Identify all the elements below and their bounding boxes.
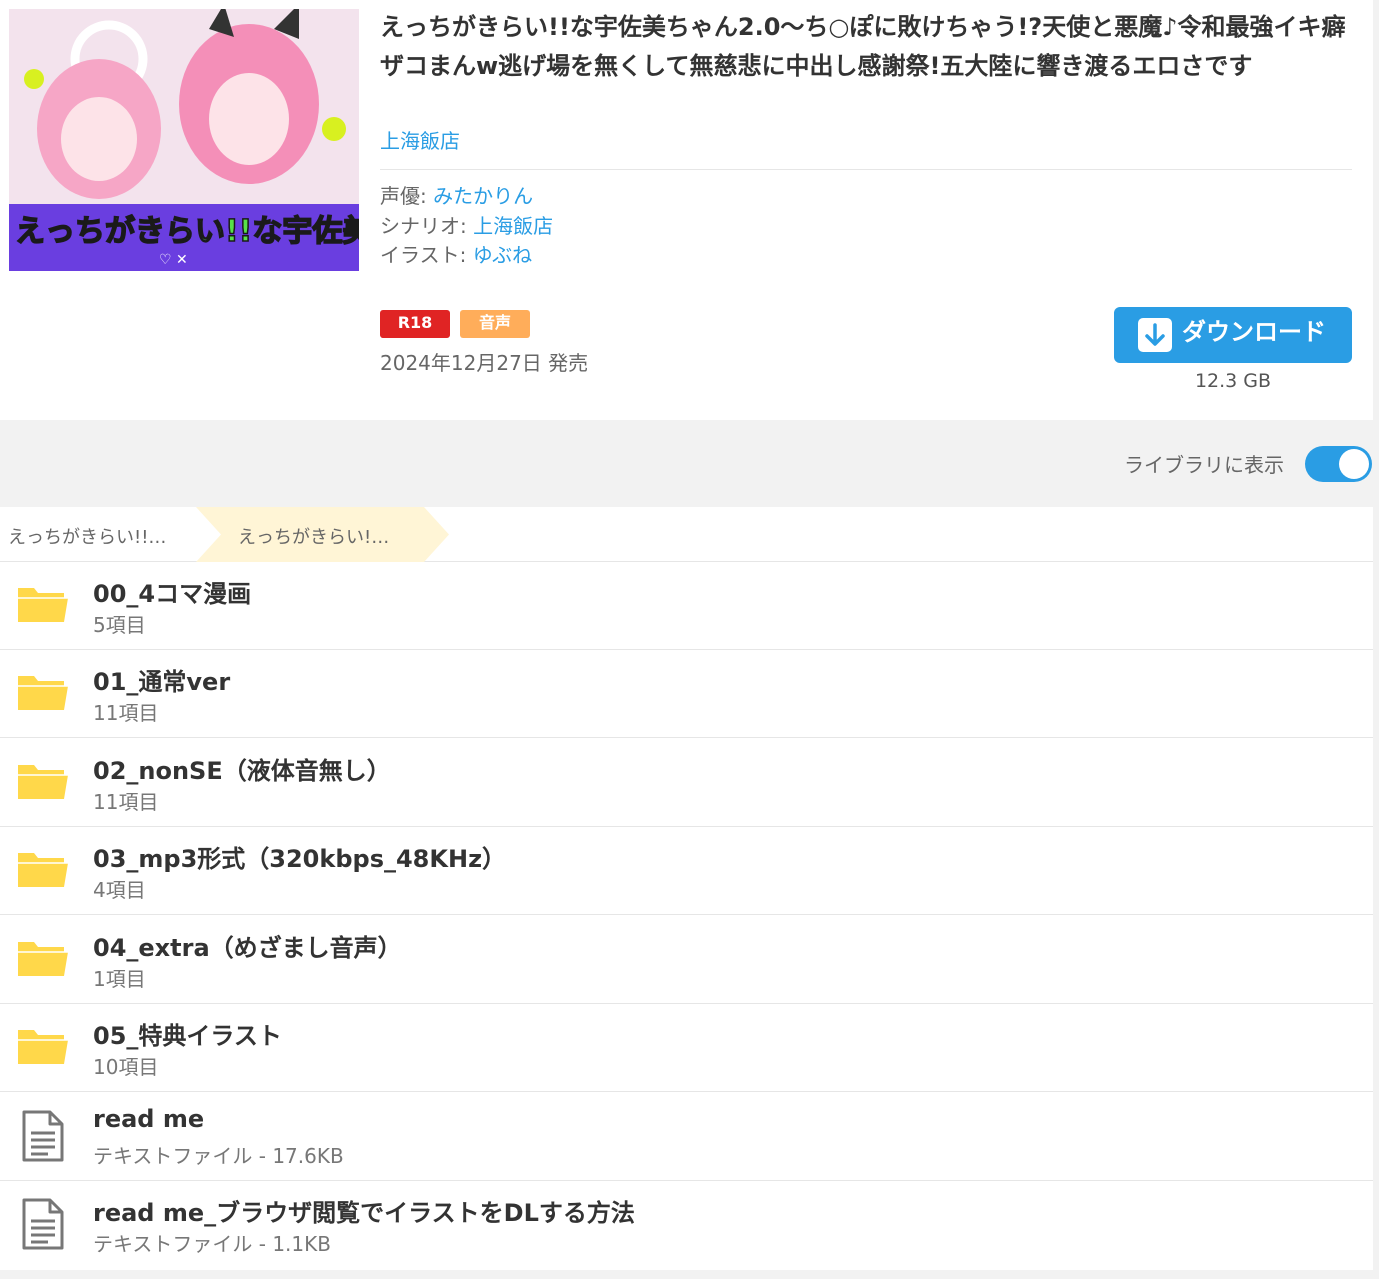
divider — [380, 169, 1352, 170]
credit-label: 声優: — [380, 184, 434, 208]
item-name: read me — [93, 1105, 205, 1133]
list-item[interactable]: read me_ブラウザ閲覧でイラストをDLする方法 テキストファイル - 1.… — [0, 1181, 1373, 1269]
item-name: 02_nonSE（液体音無し） — [93, 757, 391, 785]
list-item[interactable]: 05_特典イラスト 10項目 — [0, 1004, 1373, 1092]
credit-scenario: シナリオ: 上海飯店 — [380, 212, 553, 240]
toggle-knob — [1339, 449, 1369, 479]
cover-illustration: えっちがきらい!!な宇佐美2.0 ♡ ✕ — [9, 9, 359, 271]
cover-image[interactable]: えっちがきらい!!な宇佐美2.0 ♡ ✕ — [9, 9, 359, 271]
item-count: 11項目 — [93, 790, 159, 814]
item-count: 4項目 — [93, 878, 146, 902]
list-item[interactable]: 04_extra（めざまし音声） 1項目 — [0, 916, 1373, 1004]
item-name: read me_ブラウザ閲覧でイラストをDLする方法 — [93, 1199, 635, 1227]
list-item[interactable]: read me テキストファイル - 17.6KB — [0, 1093, 1373, 1181]
download-button[interactable]: ダウンロード — [1114, 307, 1352, 363]
item-name: 04_extra（めざまし音声） — [93, 934, 402, 962]
library-toggle-label: ライブラリに表示 — [1124, 453, 1284, 477]
scenario-link[interactable]: 上海飯店 — [473, 214, 553, 238]
item-file-info: テキストファイル - 17.6KB — [93, 1144, 344, 1168]
download-label: ダウンロード — [1182, 318, 1326, 346]
product-title: えっちがきらい!!な宇佐美ちゃん2.0〜ち○ぽに敗けちゃう!?天使と悪魔♪令和最… — [380, 13, 1346, 80]
credit-label: イラスト: — [380, 243, 473, 267]
breadcrumb-item-root[interactable]: えっちがきらい!!… — [8, 523, 166, 549]
text-file-icon — [20, 1109, 66, 1167]
release-date: 2024年12月27日 発売 — [380, 351, 589, 375]
item-name: 00_4コマ漫画 — [93, 580, 252, 608]
download-icon — [1138, 318, 1172, 352]
folder-icon — [16, 672, 70, 716]
r18-badge: R18 — [380, 310, 450, 338]
item-name: 01_通常ver — [93, 668, 231, 696]
voice-genre-badge: 音声 — [460, 310, 530, 338]
folder-icon — [16, 1026, 70, 1070]
list-item[interactable]: 02_nonSE（液体音無し） 11項目 — [0, 739, 1373, 827]
folder-icon — [16, 938, 70, 982]
product-header: えっちがきらい!!な宇佐美2.0 ♡ ✕ えっちがきらい!!な宇佐美ちゃん2.0… — [0, 0, 1373, 420]
item-count: 10項目 — [93, 1055, 159, 1079]
item-count: 11項目 — [93, 701, 159, 725]
file-list: えっちがきらい!!… えっちがきらい!… 00_4コマ漫画 5項目 01_通常v… — [0, 507, 1373, 1270]
credit-illustration: イラスト: ゆぶね — [380, 241, 532, 269]
item-file-info: テキストファイル - 1.1KB — [93, 1232, 331, 1256]
list-item[interactable]: 00_4コマ漫画 5項目 — [0, 562, 1373, 650]
folder-icon — [16, 849, 70, 893]
svg-text:♡ ✕: ♡ ✕ — [159, 252, 188, 268]
folder-icon — [16, 584, 70, 628]
voice-actor-link[interactable]: みたかりん — [433, 184, 533, 208]
library-toggle[interactable] — [1305, 446, 1372, 482]
illustrator-link[interactable]: ゆぶね — [473, 243, 532, 267]
page-bottom-edge — [0, 1270, 1379, 1279]
credit-label: シナリオ: — [380, 214, 474, 238]
circle-link[interactable]: 上海飯店 — [380, 125, 460, 154]
item-name: 05_特典イラスト — [93, 1022, 282, 1050]
item-count: 5項目 — [93, 613, 146, 637]
folder-icon — [16, 761, 70, 805]
breadcrumb: えっちがきらい!!… えっちがきらい!… — [0, 507, 1373, 562]
download-size: 12.3 GB — [1194, 370, 1272, 392]
item-name: 03_mp3形式（320kbps_48KHz） — [93, 845, 507, 873]
item-count: 1項目 — [93, 967, 146, 991]
list-item[interactable]: 01_通常ver 11項目 — [0, 650, 1373, 738]
credit-voice-actor: 声優: みたかりん — [380, 182, 533, 210]
list-item[interactable]: 03_mp3形式（320kbps_48KHz） 4項目 — [0, 827, 1373, 915]
text-file-icon — [20, 1197, 66, 1255]
svg-text:えっちがきらい!!な宇佐美2.0: えっちがきらい!!な宇佐美2.0 — [15, 214, 359, 249]
breadcrumb-item-current[interactable]: えっちがきらい!… — [238, 523, 389, 549]
